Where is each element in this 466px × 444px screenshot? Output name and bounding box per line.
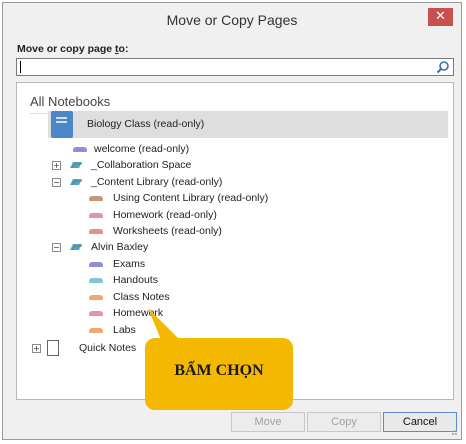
section-group-icon xyxy=(70,162,82,169)
section-tab-icon xyxy=(73,147,87,152)
notebook-biology-class[interactable]: Biology Class (read-only) xyxy=(48,111,448,138)
title-bar: Move or Copy Pages ✕ xyxy=(3,3,461,35)
section-group-alvin-baxley[interactable]: Alvin Baxley xyxy=(91,241,148,253)
search-input[interactable] xyxy=(16,58,454,76)
cancel-button[interactable]: Cancel xyxy=(383,412,457,432)
section-label: Exams xyxy=(113,258,146,270)
expand-quick-notes[interactable]: + xyxy=(32,344,41,353)
section-label: welcome (read-only) xyxy=(94,143,190,155)
copy-button[interactable]: Copy xyxy=(307,412,381,432)
section-group-collaboration-space[interactable]: _Collaboration Space xyxy=(91,159,191,171)
all-notebooks-header: All Notebooks xyxy=(30,94,111,109)
close-button[interactable]: ✕ xyxy=(428,8,453,26)
section-group-icon xyxy=(70,244,82,251)
section-tab-icon xyxy=(89,262,103,267)
search-icon[interactable] xyxy=(436,60,450,74)
expand-collaboration-space[interactable]: + xyxy=(52,161,61,170)
section-tab-icon xyxy=(89,278,103,283)
callout-text: BẤM CHỌN xyxy=(174,362,264,379)
collapse-alvin-baxley[interactable]: − xyxy=(52,243,61,252)
notebook-quick-notes[interactable]: Quick Notes xyxy=(79,342,136,354)
section-label: Worksheets (read-only) xyxy=(113,225,222,237)
text-caret xyxy=(20,61,21,73)
notebook-icon xyxy=(51,111,73,138)
button-bar: Move Copy Cancel xyxy=(3,412,461,434)
destination-prompt: Move or copy page to: xyxy=(17,43,128,55)
section-tab-icon xyxy=(89,229,103,234)
section-group-icon xyxy=(70,179,82,186)
notebook-label: Biology Class (read-only) xyxy=(87,118,205,130)
section-tab-icon xyxy=(89,295,103,300)
prompt-text-post: o: xyxy=(118,43,129,55)
section-tab-icon xyxy=(89,196,103,201)
dialog-title: Move or Copy Pages xyxy=(166,12,298,28)
quick-notes-icon xyxy=(43,340,59,358)
collapse-content-library[interactable]: − xyxy=(52,178,61,187)
section-group-content-library[interactable]: _Content Library (read-only) xyxy=(91,176,222,188)
section-label: Homework (read-only) xyxy=(113,209,217,221)
move-button[interactable]: Move xyxy=(231,412,305,432)
prompt-text-pre: Move or copy page xyxy=(17,43,116,55)
section-tab-icon xyxy=(89,311,103,316)
section-label: Using Content Library (read-only) xyxy=(113,192,269,204)
resize-grip-icon[interactable] xyxy=(448,426,458,436)
section-tab-icon xyxy=(89,213,103,218)
section-label: Labs xyxy=(113,324,136,336)
instruction-callout: BẤM CHỌN xyxy=(145,338,293,410)
section-tab-icon xyxy=(89,328,103,333)
section-label: Handouts xyxy=(113,274,158,286)
